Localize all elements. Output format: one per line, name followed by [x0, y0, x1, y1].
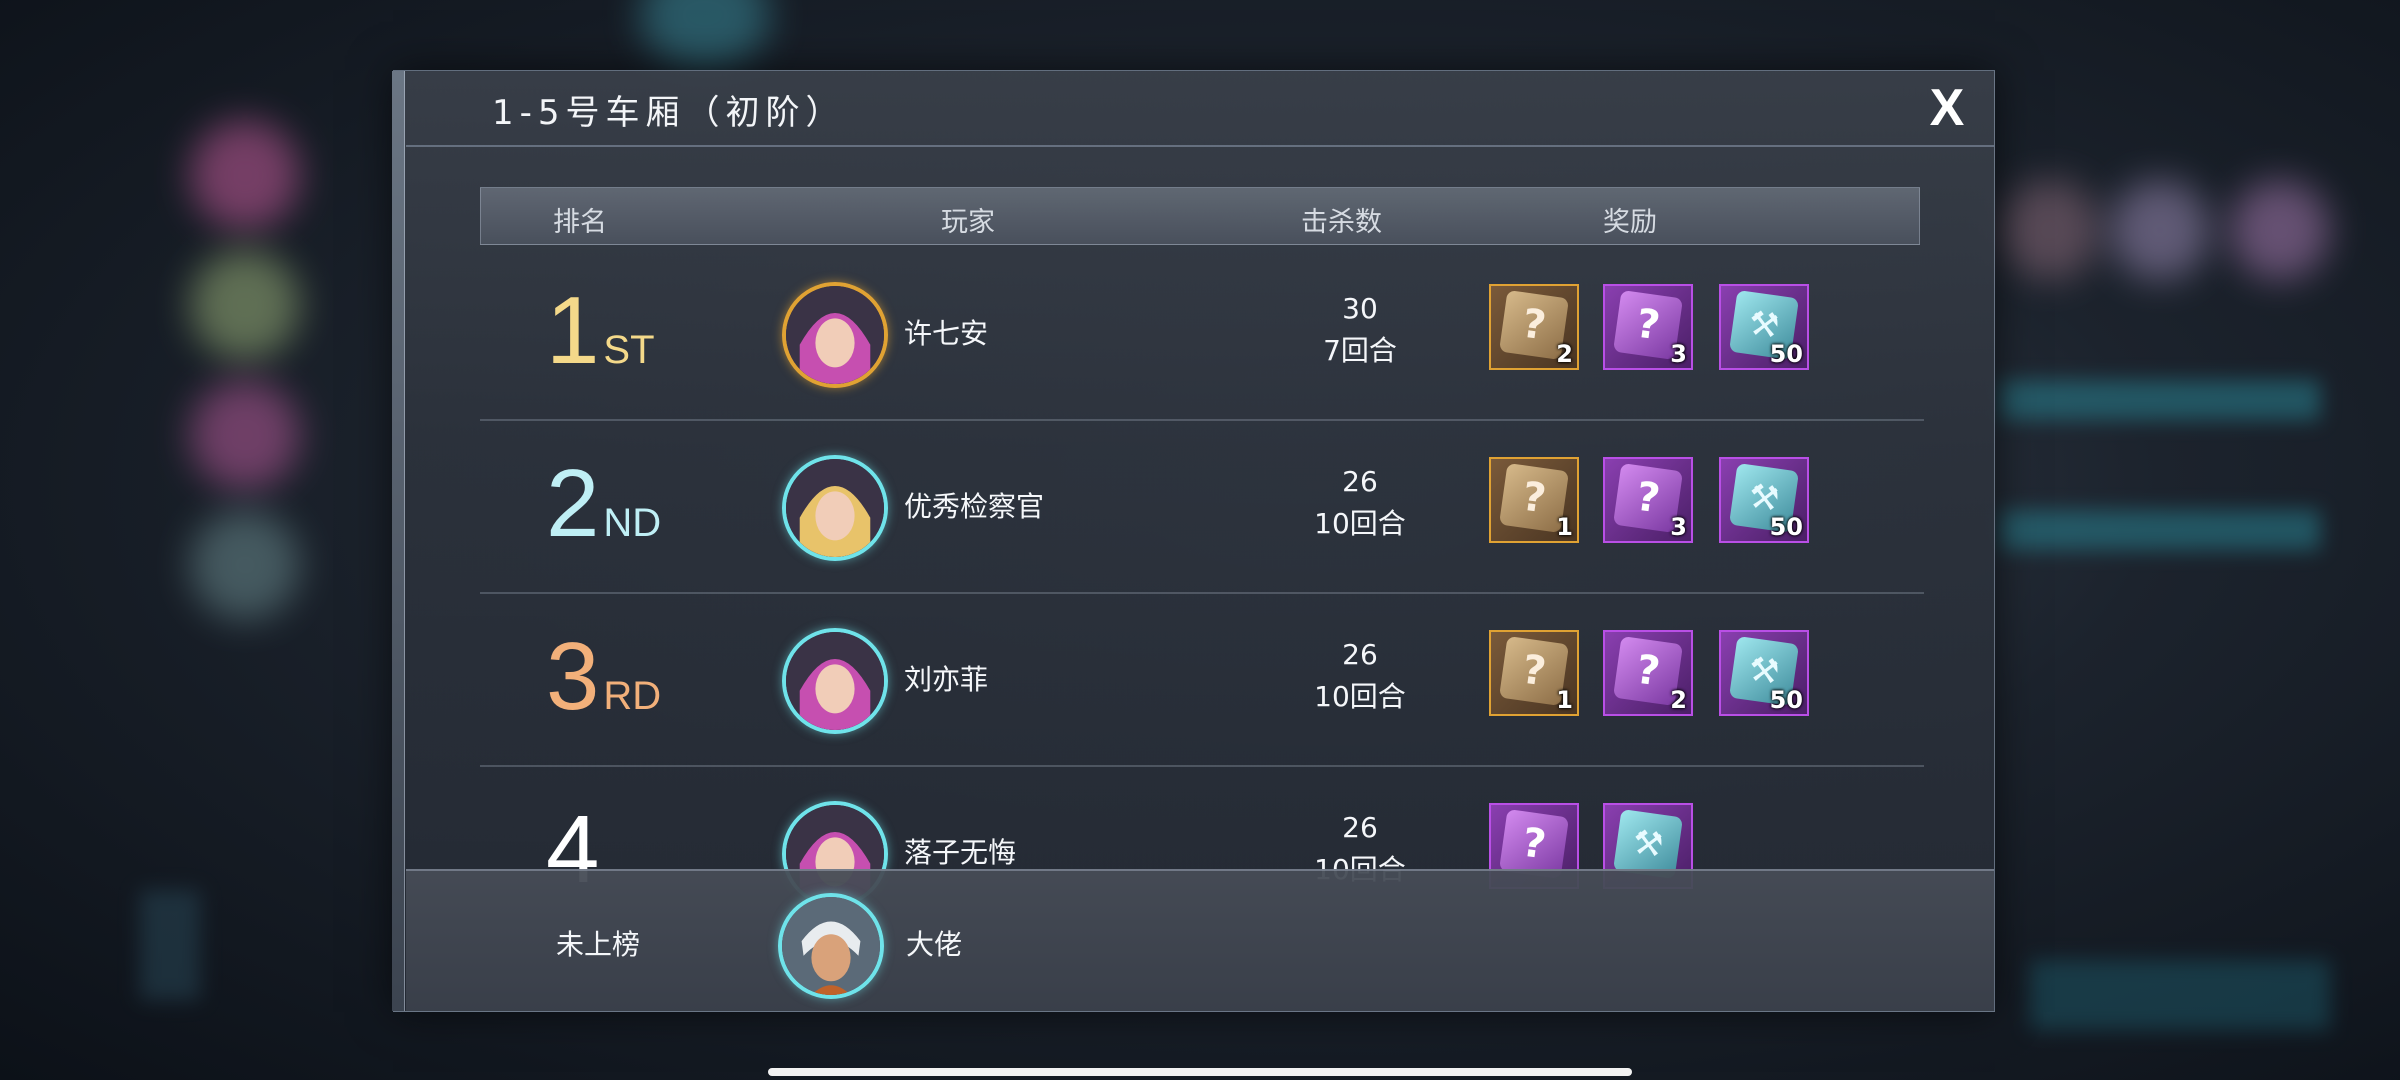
my-rank-bar: 未上榜 大佬	[406, 869, 1994, 1011]
round-count: 10回合	[1314, 507, 1406, 540]
reward-count: 3	[1670, 513, 1687, 541]
reward-count: 2	[1670, 686, 1687, 714]
my-avatar[interactable]	[778, 893, 884, 999]
purple-mystery-box-reward[interactable]: ? 2	[1603, 630, 1693, 716]
table-row[interactable]: 2 ND 优秀检察官 26 10回合 ? 1 ? 3 ⚒ 50	[480, 419, 1924, 594]
weapon-fragment-reward[interactable]: ⚒ 50	[1719, 630, 1809, 716]
reward-count: 50	[1769, 340, 1803, 368]
home-indicator[interactable]	[768, 1068, 1632, 1076]
rank-suffix: RD	[603, 674, 662, 718]
rank-number: 1	[546, 277, 600, 384]
gold-mystery-box-reward[interactable]: ? 1	[1489, 457, 1579, 543]
table-row[interactable]: 1 ST 许七安 30 7回合? 2? 3 ⚒ 50	[480, 246, 1924, 421]
player-name: 许七安	[904, 317, 989, 350]
reward-count: 3	[1670, 340, 1687, 368]
purple-mystery-box-reward[interactable]: ? 3	[1603, 284, 1693, 370]
kill-count: 26	[1342, 638, 1378, 671]
round-count: 10回合	[1314, 680, 1406, 713]
player-portrait-icon	[782, 897, 880, 995]
kill-count: 26	[1342, 811, 1378, 844]
player-avatar[interactable]	[782, 628, 888, 734]
kill-count: 30	[1342, 292, 1378, 325]
reward-count: 2	[1556, 340, 1573, 368]
kill-stats: 30 7回合	[1260, 288, 1460, 372]
player-avatar[interactable]	[782, 282, 888, 388]
player-portrait-icon	[786, 286, 884, 384]
my-rank-label: 未上榜	[556, 928, 641, 961]
leaderboard-list[interactable]: 1 ST 许七安 30 7回合? 2? 3 ⚒ 50 2 ND 优秀检察官 26 10回合? 1? 3 ⚒ 5…	[480, 246, 1924, 936]
rank-badge: 1 ST	[546, 276, 655, 386]
player-name: 刘亦菲	[904, 663, 989, 696]
reward-count: 50	[1769, 513, 1803, 541]
rank-suffix: ND	[603, 501, 662, 545]
weapon-fragment-reward[interactable]: ⚒ 50	[1719, 457, 1809, 543]
player-portrait-icon	[786, 459, 884, 557]
rank-badge: 3 RD	[546, 622, 661, 732]
header-player: 玩家	[941, 207, 995, 238]
reward-count: 1	[1556, 513, 1573, 541]
player-name: 优秀检察官	[904, 490, 1045, 523]
reward-count: 1	[1556, 686, 1573, 714]
player-portrait-icon	[786, 632, 884, 730]
header-rewards: 奖励	[1603, 207, 1657, 238]
table-header: 排名 玩家 击杀数 奖励	[480, 187, 1920, 245]
reward-count: 50	[1769, 686, 1803, 714]
kill-count: 26	[1342, 465, 1378, 498]
table-row[interactable]: 3 RD 刘亦菲 26 10回合 ? 1 ? 2 ⚒ 50	[480, 592, 1924, 767]
rank-number: 2	[546, 450, 600, 557]
player-avatar[interactable]	[782, 455, 888, 561]
rank-badge: 2 ND	[546, 449, 661, 559]
header-rank: 排名	[553, 207, 607, 238]
leaderboard-dialog: 1-5号车厢（初阶） X 排名 玩家 击杀数 奖励 1 ST 许七安 30 7回合? 2…	[392, 70, 1995, 1012]
gold-mystery-box-reward[interactable]: ? 1	[1489, 630, 1579, 716]
kill-stats: 26 10回合	[1260, 634, 1460, 718]
rank-suffix: ST	[603, 328, 655, 372]
player-name: 落子无悔	[904, 836, 1017, 869]
my-player-name: 大佬	[906, 928, 963, 961]
round-count: 7回合	[1323, 334, 1397, 367]
gold-mystery-box-reward[interactable]: ? 2	[1489, 284, 1579, 370]
dialog-title: 1-5号车厢（初阶）	[492, 93, 846, 133]
rank-number: 3	[546, 623, 600, 730]
dialog-title-bar: 1-5号车厢（初阶） X	[406, 71, 1994, 147]
purple-mystery-box-reward[interactable]: ? 3	[1603, 457, 1693, 543]
header-kills: 击杀数	[1301, 207, 1382, 238]
kill-stats: 26 10回合	[1260, 461, 1460, 545]
close-button[interactable]: X	[1922, 82, 1972, 134]
weapon-fragment-reward[interactable]: ⚒ 50	[1719, 284, 1809, 370]
